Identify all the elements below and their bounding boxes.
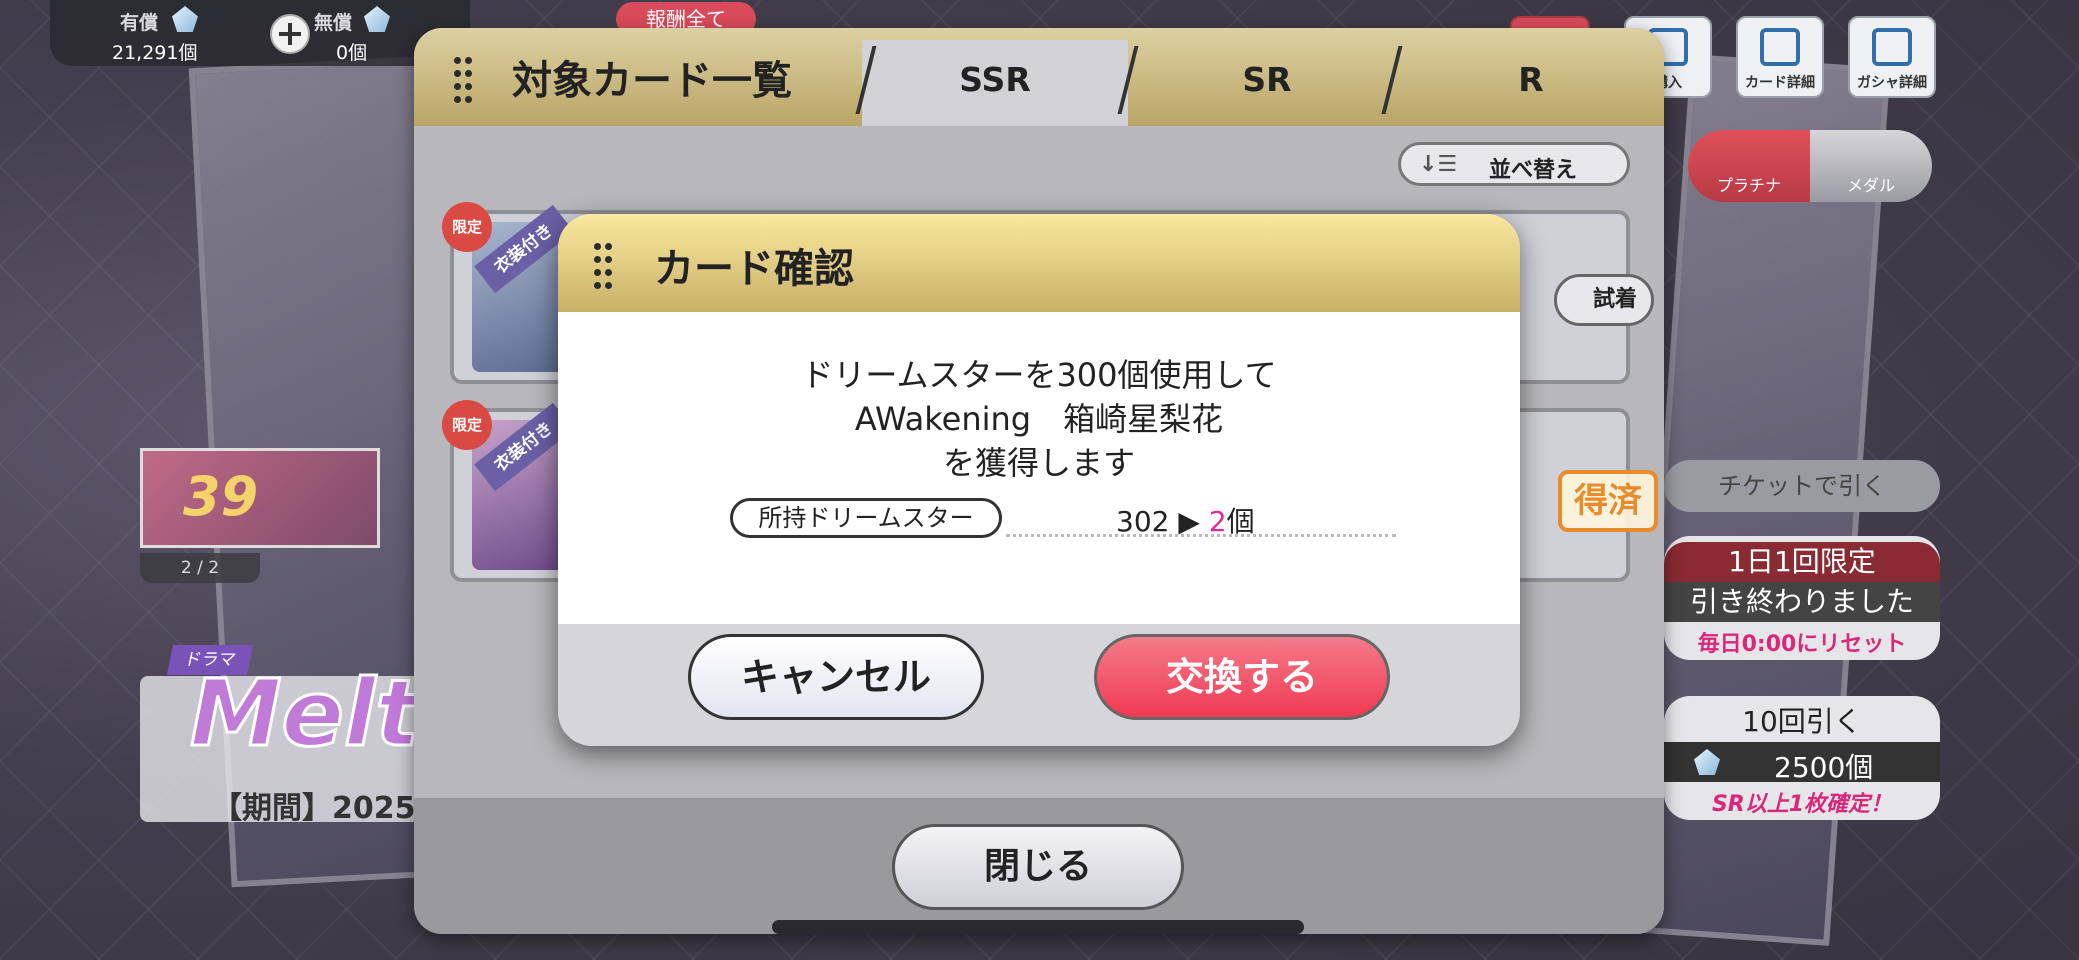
try-on-button[interactable]: 試着 [1554, 274, 1654, 326]
free-gem-icon [364, 6, 390, 32]
banner-page-indicator: 2 / 2 [140, 553, 260, 583]
gacha-period: 【期間】2025/6 [212, 791, 448, 826]
drag-grip-icon [452, 54, 476, 106]
count-unit: 個 [1226, 505, 1255, 538]
add-currency-button[interactable] [270, 14, 310, 54]
gacha-detail-label: ガシャ詳細 [1857, 75, 1927, 91]
event-banner[interactable]: 39 [140, 448, 380, 548]
paid-currency-value: 21,291個 [112, 42, 198, 64]
dream-star-count: 302 ▶ 2個 [1116, 500, 1255, 540]
event-number: 39 [183, 465, 259, 528]
tab-medal-label: メダル [1846, 176, 1895, 195]
tab-r[interactable]: R [1400, 40, 1662, 126]
limited-badge: 限定 [442, 202, 492, 252]
daily-pull-panel[interactable]: 1日1回限定 引き終わりました 毎日0:00にリセット [1664, 536, 1940, 660]
home-indicator-bar[interactable] [772, 920, 1304, 934]
gacha-detail-icon [1872, 28, 1912, 66]
arrow-right-icon: ▶ [1178, 505, 1200, 538]
tab-ssr[interactable]: SSR [862, 40, 1128, 126]
gacha-detail-button[interactable]: ガシャ詳細 [1848, 16, 1936, 98]
close-button[interactable]: 閉じる [892, 824, 1184, 910]
count-before: 302 [1116, 505, 1170, 538]
ten-pull-title: 10回引く [1742, 705, 1862, 738]
ticket-pull-button[interactable]: チケットで引く [1664, 460, 1940, 512]
card-confirm-title: カード確認 [654, 246, 854, 292]
cancel-button[interactable]: キャンセル [688, 634, 984, 720]
card-confirm-header: カード確認 [558, 214, 1520, 312]
dream-gem-icon [1694, 749, 1720, 775]
daily-pull-status: 引き終わりました [1664, 582, 1940, 622]
exchange-button[interactable]: 交換する [1094, 634, 1390, 720]
paid-gem-icon [172, 6, 198, 32]
card-detail-button[interactable]: カード詳細 [1736, 16, 1824, 98]
obtained-stamp: 得済 [1558, 470, 1658, 532]
paid-currency-label: 有償 [120, 12, 159, 34]
tab-platinum[interactable]: プラチナ [1688, 130, 1810, 202]
confirm-message-line-3: を獲得します [942, 444, 1135, 482]
ten-pull-panel[interactable]: 10回引く 2500個 SR以上1枚確定！ [1664, 696, 1940, 820]
currency-panel: 有償 21,291個 無償 0個 [50, 0, 470, 66]
count-after: 2 [1208, 505, 1227, 538]
card-confirm-dialog: カード確認 ドリームスターを300個使用して AWakening 箱崎星梨花 を… [558, 214, 1520, 746]
card-list-header: 対象カード一覧 SSR SR R [414, 28, 1664, 126]
tab-medal[interactable]: メダル [1810, 130, 1932, 202]
sort-button[interactable]: ↓☰ 並べ替え [1398, 142, 1630, 186]
sort-button-label: 並べ替え [1489, 158, 1578, 183]
sort-icon: ↓☰ [1419, 152, 1458, 177]
free-currency-label: 無償 [314, 12, 353, 34]
ten-pull-cost: 2500個 [1774, 751, 1874, 784]
tab-sr[interactable]: SR [1136, 40, 1398, 126]
confirm-message-line-1: ドリームスターを300個使用して [801, 356, 1277, 394]
ten-pull-cost-bar: 2500個 [1664, 742, 1940, 784]
card-confirm-body: ドリームスターを300個使用して AWakening 箱崎星梨花 を獲得します … [558, 312, 1520, 624]
card-detail-icon [1760, 28, 1800, 66]
tab-platinum-label: プラチナ [1716, 176, 1781, 195]
card-list-title: 対象カード一覧 [512, 58, 792, 104]
daily-reset-note: 毎日0:00にリセット [1697, 632, 1907, 657]
owned-dream-star-label: 所持ドリームスター [730, 498, 1002, 538]
free-currency-value: 0個 [336, 42, 368, 64]
drag-grip-icon [592, 240, 616, 292]
confirm-message-card-name: AWakening 箱崎星梨花 [854, 400, 1224, 438]
card-detail-label: カード詳細 [1745, 75, 1815, 91]
daily-pull-title: 1日1回限定 [1664, 542, 1940, 582]
limited-badge: 限定 [442, 400, 492, 450]
ten-pull-note: SR以上1枚確定！ [1711, 792, 1893, 817]
